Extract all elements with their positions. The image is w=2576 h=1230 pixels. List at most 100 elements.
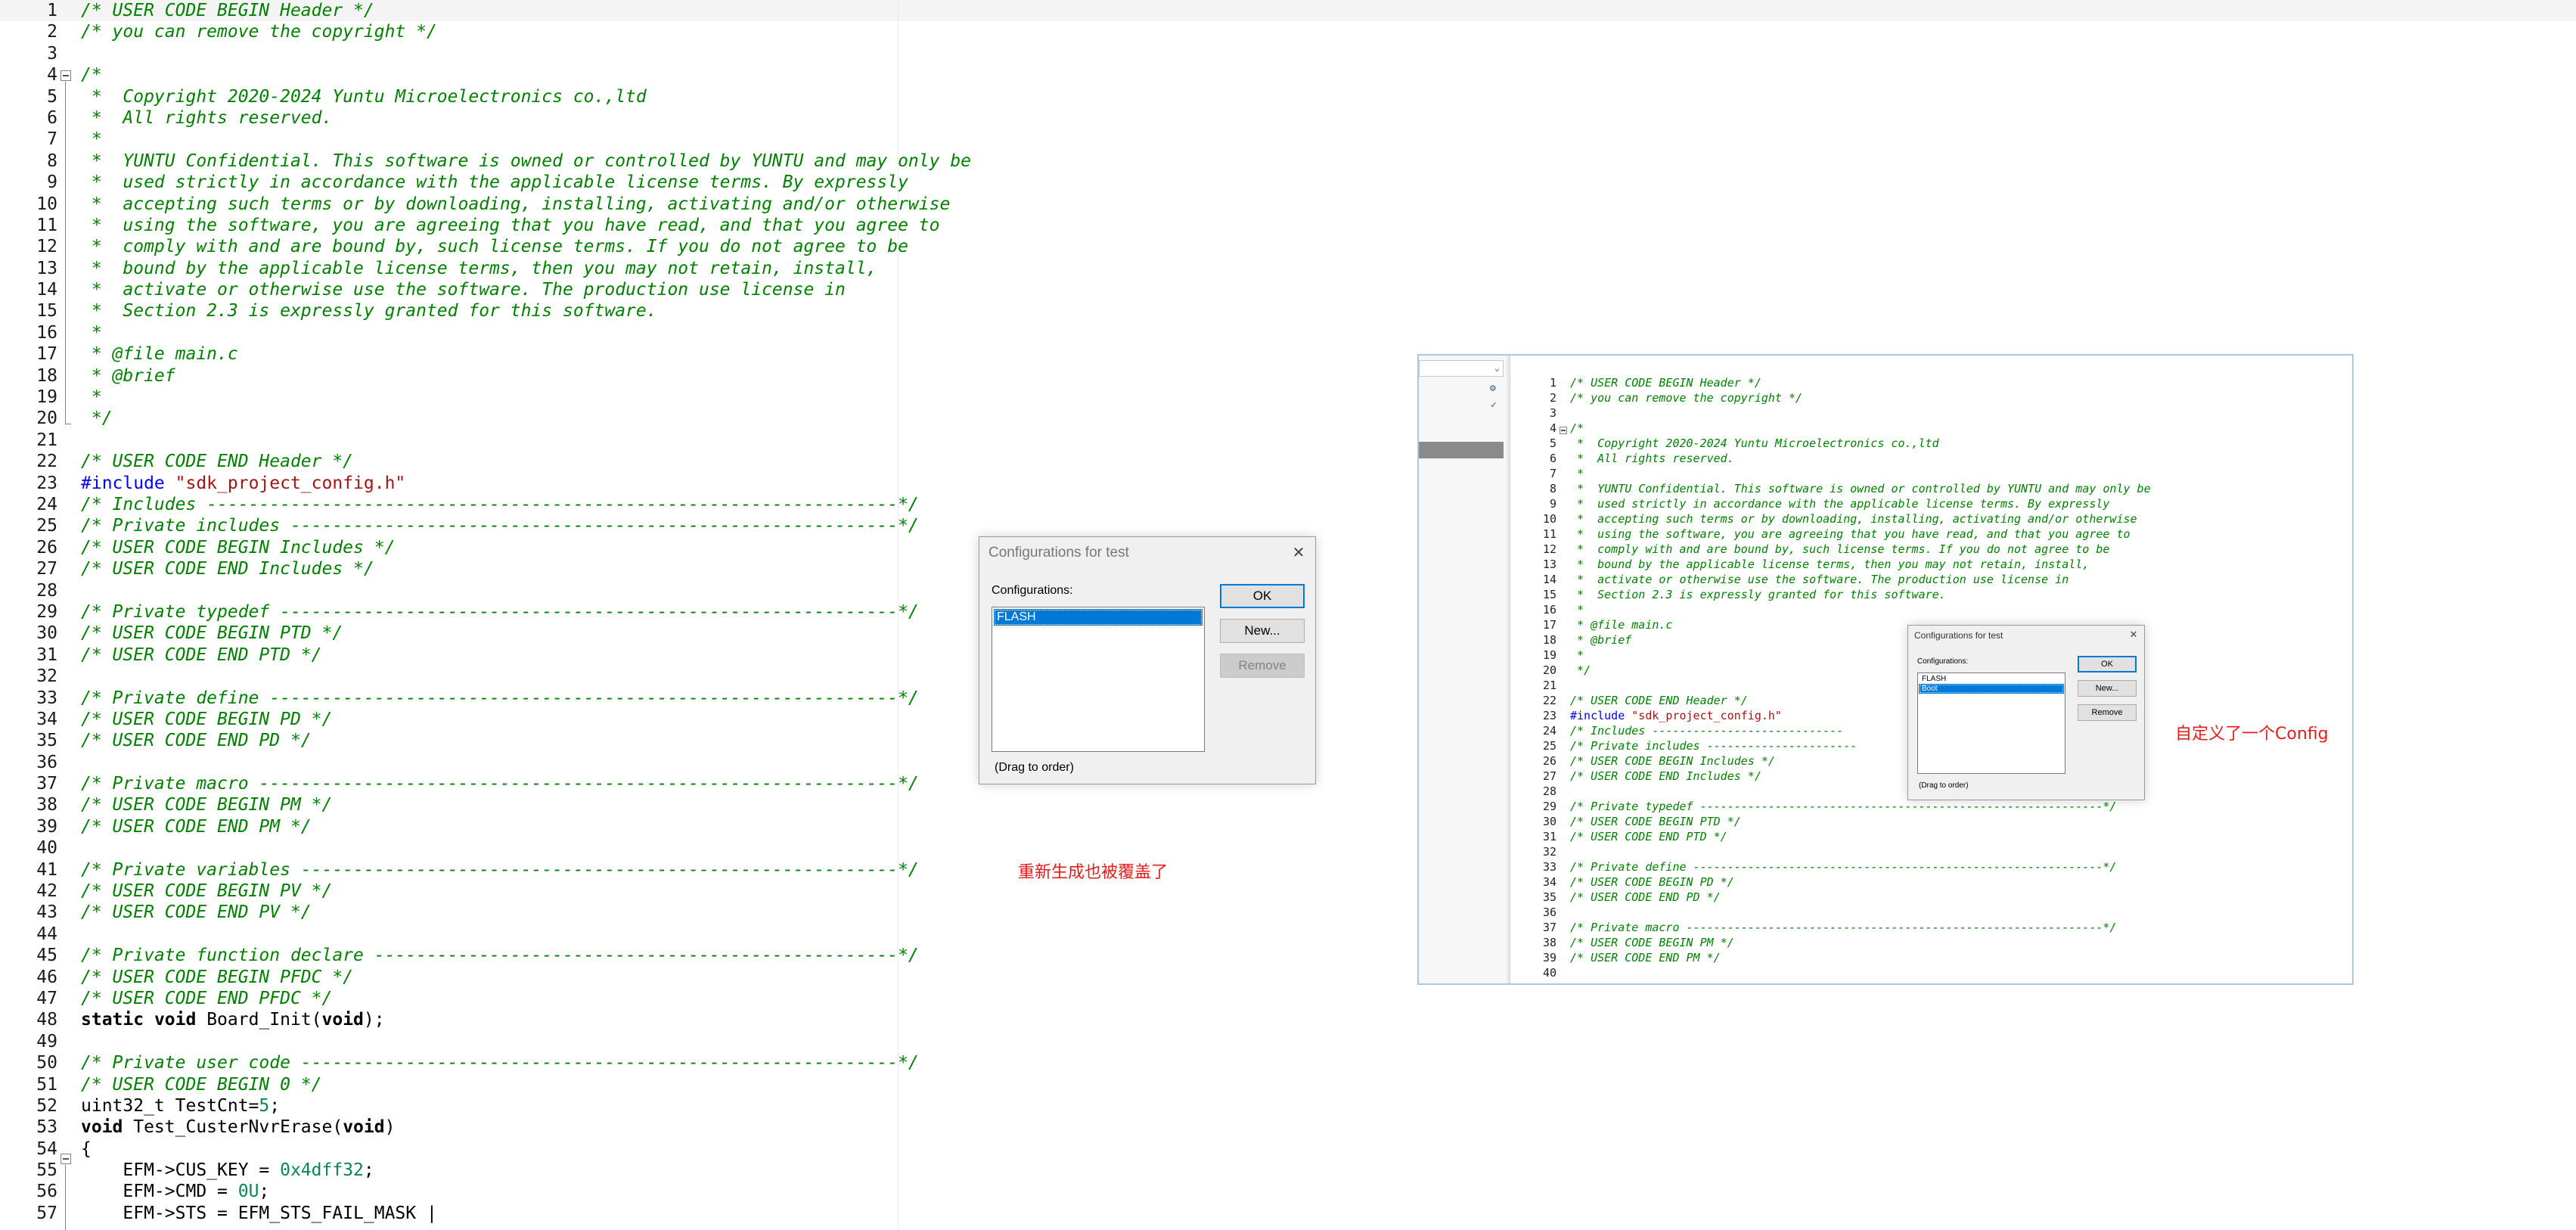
- line-number: 35: [36, 731, 57, 751]
- panel-splitter[interactable]: [1507, 356, 1510, 983]
- line-number: 27: [1542, 769, 1556, 783]
- line-number: 33: [1542, 860, 1556, 874]
- line-number: 37: [36, 774, 57, 794]
- configuration-item[interactable]: FLASH: [994, 609, 1203, 626]
- code-line: * used strictly in accordance with the a…: [1570, 497, 2110, 511]
- close-icon[interactable]: ✕: [1290, 543, 1308, 562]
- code-line: * accepting such terms or by downloading…: [1570, 512, 2137, 526]
- code-line: * @brief: [81, 365, 175, 386]
- keyword: void: [154, 1010, 197, 1030]
- fold-toggle-icon[interactable]: [61, 1154, 71, 1164]
- configuration-item[interactable]: Boot: [1919, 684, 2064, 694]
- line-number: 10: [36, 194, 57, 214]
- close-icon[interactable]: ✕: [2128, 629, 2140, 641]
- drag-to-order-hint: (Drag to order): [995, 761, 1074, 774]
- line-number: 12: [36, 237, 57, 257]
- code-line: /* USER CODE BEGIN Includes */: [81, 537, 396, 558]
- code-line: /* Includes ----------------------------…: [81, 494, 919, 514]
- code-line: /* Private typedef ---------------------…: [1570, 800, 2117, 813]
- code-line: * YUNTU Confidential. This software is o…: [1570, 482, 2151, 495]
- fold-toggle-icon[interactable]: [1560, 427, 1567, 434]
- code-line: * using the software, you are agreeing t…: [1570, 527, 2131, 541]
- line-number: 55: [36, 1160, 57, 1181]
- code-line: /*: [1570, 421, 1584, 435]
- line-number: 53: [36, 1117, 57, 1138]
- line-number: 25: [36, 516, 57, 536]
- line-number: 44: [36, 924, 57, 944]
- panel-dropdown[interactable]: ⌄: [1419, 360, 1504, 377]
- configurations-list[interactable]: FLASH: [992, 607, 1205, 752]
- remove-button[interactable]: Remove: [2078, 704, 2137, 721]
- line-number: 40: [1542, 966, 1556, 980]
- code-line: /* USER CODE END PTD */: [1570, 830, 1727, 843]
- line-number: 22: [36, 452, 57, 472]
- line-number: 36: [1542, 905, 1556, 919]
- keyword: void: [343, 1117, 385, 1138]
- line-number: 11: [36, 215, 57, 235]
- number-literal: 5: [259, 1095, 270, 1116]
- fold-toggle-icon[interactable]: [61, 70, 71, 81]
- code-line: * All rights reserved.: [1570, 452, 1734, 465]
- code-text-area[interactable]: /* USER CODE BEGIN Header */ /* you can r…: [81, 0, 971, 1224]
- line-number: 29: [36, 601, 57, 622]
- line-number: 56: [36, 1182, 57, 1202]
- remove-button: Remove: [1220, 654, 1305, 678]
- code-line: * Section 2.3 is expressly granted for t…: [1570, 588, 1946, 601]
- check-icon[interactable]: ✓: [1491, 399, 1497, 411]
- new-button[interactable]: New...: [2078, 680, 2137, 697]
- gear-icon[interactable]: ⚙: [1490, 383, 1496, 394]
- line-number: 6: [47, 107, 57, 128]
- chevron-down-icon: ⌄: [1494, 362, 1500, 373]
- code-line: /* Private user code -------------------…: [81, 1053, 919, 1073]
- line-number: 31: [1542, 830, 1556, 843]
- code-line: * comply with and are bound by, such lic…: [1570, 542, 2110, 556]
- ok-button[interactable]: OK: [1220, 584, 1305, 608]
- selected-tree-row[interactable]: [1419, 442, 1504, 458]
- dialog-title: Configurations for test: [989, 545, 1129, 561]
- line-number: 4: [47, 65, 57, 85]
- line-number: 22: [1542, 694, 1556, 707]
- code-line: /* USER CODE BEGIN Header */: [1570, 376, 1761, 390]
- new-button[interactable]: New...: [1220, 619, 1305, 643]
- line-number: 38: [1542, 936, 1556, 949]
- ok-button[interactable]: OK: [2078, 656, 2137, 672]
- line-number: 31: [36, 645, 57, 665]
- line-number: 5: [47, 86, 57, 107]
- code-line: /* USER CODE BEGIN PFDC */: [81, 967, 354, 987]
- string-literal: "sdk_project_config.h": [1631, 709, 1782, 722]
- embedded-screenshot: ⌄ ⚙ ✓ 1 2 3 4 5 6 7 8 9 10 11 12 13 14 15 16 17 18 19 20 21 2…: [1417, 354, 2354, 985]
- line-number-gutter: 1 2 3 4 5 6 7 8 9 10 11 12 13 14 15 16 17 18 19 20 21 22 23 24 2…: [0, 0, 57, 1224]
- line-number: 39: [1542, 951, 1556, 964]
- code-line: /* USER CODE BEGIN PTD */: [1570, 815, 1741, 828]
- line-number: 6: [1549, 452, 1556, 465]
- configuration-item[interactable]: FLASH: [1919, 674, 2064, 684]
- configurations-label: Configurations:: [1917, 657, 1969, 666]
- line-number: 13: [36, 258, 57, 278]
- number-literal: 0U: [237, 1182, 259, 1202]
- code-editor[interactable]: 1 2 3 4 5 6 7 8 9 10 11 12 13 14 15 16 17 18 19 20 21 22 23 24 2…: [0, 0, 2576, 1230]
- line-number: 1: [1549, 376, 1556, 390]
- fold-guide-line: [65, 82, 66, 424]
- line-number: 42: [36, 881, 57, 902]
- line-number: 2: [47, 22, 57, 42]
- line-number: 2: [1549, 391, 1556, 405]
- line-number: 11: [1542, 527, 1556, 541]
- line-number: 32: [1542, 845, 1556, 859]
- line-number: 36: [36, 752, 57, 772]
- code-line: EFM->STS = EFM_STS_FAIL_MASK |: [81, 1203, 437, 1223]
- line-number: 38: [36, 795, 57, 815]
- code-line: /* you can remove the copyright */: [1570, 391, 1803, 405]
- line-number: 15: [1542, 588, 1556, 601]
- code-line: /* Private macro -----------------------…: [1570, 921, 2117, 934]
- code-line: * bound by the applicable license terms,…: [1570, 558, 2090, 571]
- configurations-list[interactable]: FLASH Boot: [1917, 672, 2065, 774]
- code-line: /* Private function declare ------------…: [81, 946, 919, 966]
